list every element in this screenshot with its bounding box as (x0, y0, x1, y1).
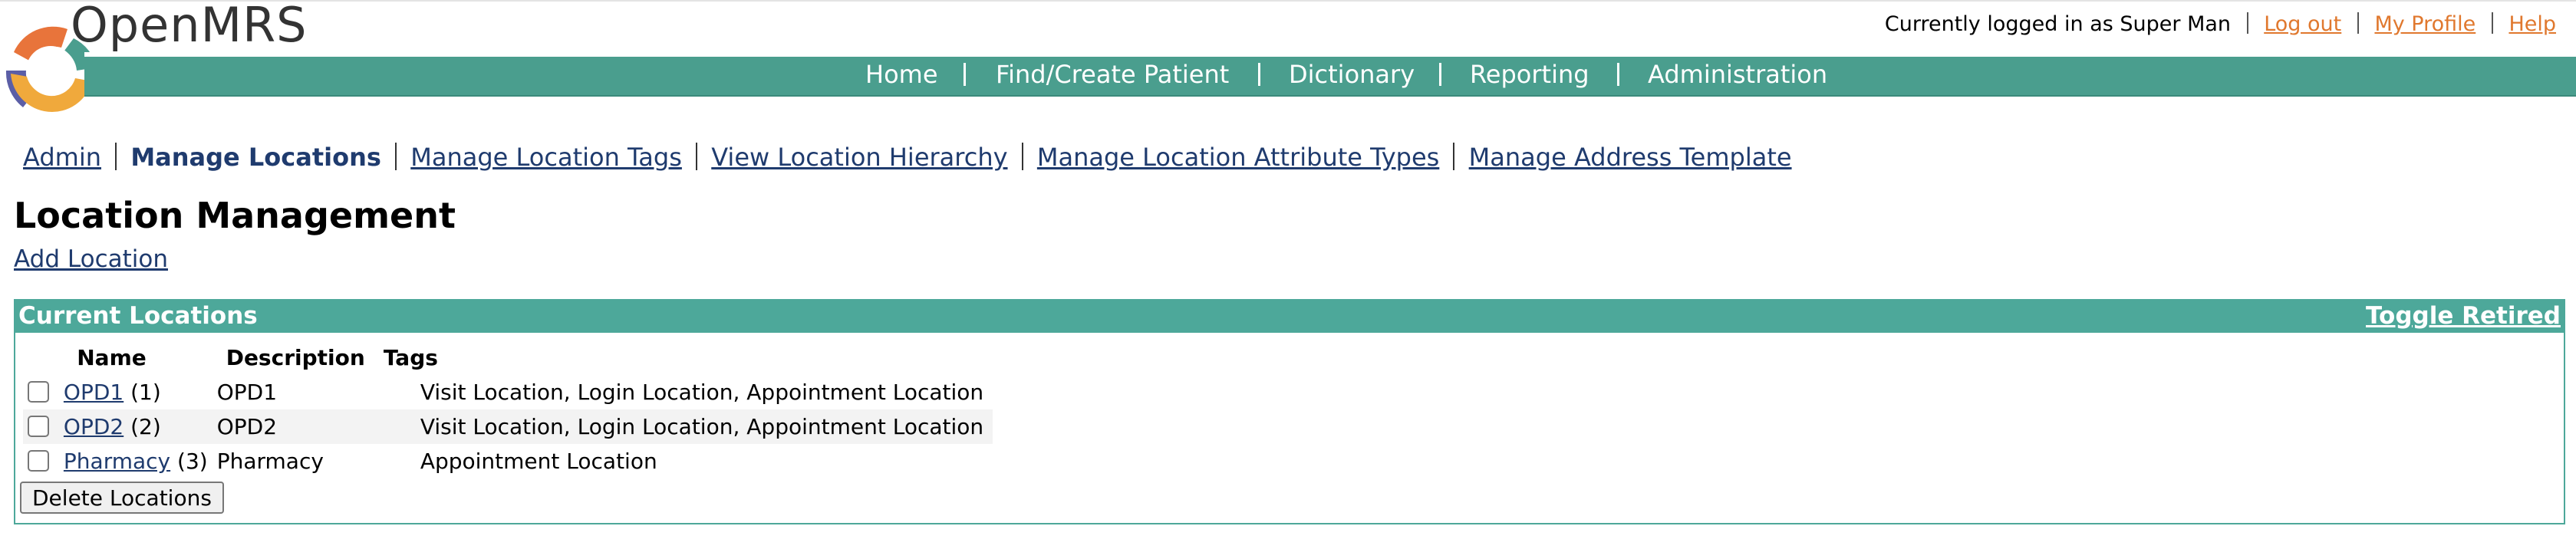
separator (115, 143, 117, 170)
page-title: Location Management (14, 195, 456, 236)
location-id: (3) (177, 449, 208, 474)
nav-separator (1439, 63, 1441, 86)
separator (395, 143, 397, 170)
location-description: OPD1 (216, 380, 278, 405)
user-bar: Currently logged in as Super Man Log out… (1885, 12, 2556, 36)
add-location-link[interactable]: Add Location (14, 245, 168, 273)
location-name-link[interactable]: Pharmacy (64, 449, 170, 474)
location-description: Pharmacy (216, 449, 324, 474)
subnav-manage-location-attribute-types[interactable]: Manage Location Attribute Types (1037, 143, 1439, 172)
separator (2246, 12, 2248, 34)
logout-link[interactable]: Log out (2264, 12, 2341, 36)
name-column-header: Name (77, 345, 147, 370)
description-column-header: Description (226, 345, 365, 370)
nav-reporting[interactable]: Reporting (1470, 60, 1589, 89)
toggle-retired-link[interactable]: Toggle Retired (2366, 302, 2561, 330)
row-checkbox[interactable] (28, 450, 49, 472)
location-name-link[interactable]: OPD1 (64, 380, 124, 405)
location-tags: Visit Location, Login Location, Appointm… (420, 380, 984, 405)
row-checkbox[interactable] (28, 416, 49, 437)
tags-column-header: Tags (383, 345, 438, 370)
help-link[interactable]: Help (2508, 12, 2556, 36)
box-title: Current Locations (18, 302, 258, 330)
subnav-manage-address-template[interactable]: Manage Address Template (1469, 143, 1792, 172)
subnav-manage-location-tags[interactable]: Manage Location Tags (410, 143, 682, 172)
separator (1453, 143, 1455, 170)
location-name-link[interactable]: OPD2 (64, 414, 124, 439)
table-row: OPD2 (2) OPD2 Visit Location, Login Loca… (23, 409, 993, 444)
nav-find-create-patient[interactable]: Find/Create Patient (996, 60, 1229, 89)
delete-locations-button[interactable]: Delete Locations (20, 482, 224, 514)
admin-subnav: Admin Manage Locations Manage Location T… (23, 143, 1792, 172)
row-checkbox[interactable] (28, 381, 49, 403)
table-row: Pharmacy (3) Pharmacy Appointment Locati… (23, 444, 993, 478)
location-description: OPD2 (216, 409, 374, 444)
table-header-row: Name Description Tags (23, 344, 993, 375)
nav-separator (1258, 63, 1260, 86)
table-row: OPD1 (1) OPD1 Visit Location, Login Loca… (23, 375, 993, 409)
nav-dictionary[interactable]: Dictionary (1289, 60, 1415, 89)
separator (696, 143, 698, 170)
nav-separator (1617, 63, 1619, 86)
logo-text: OpenMRS (71, 0, 308, 53)
location-id: (1) (130, 380, 161, 405)
location-tags: Visit Location, Login Location, Appointm… (374, 409, 993, 444)
subnav-manage-locations[interactable]: Manage Locations (130, 143, 381, 172)
separator (1021, 143, 1023, 170)
checkbox-column-header (23, 344, 52, 375)
nav-home[interactable]: Home (865, 60, 938, 89)
location-tags: Appointment Location (420, 449, 657, 474)
location-id: (2) (130, 414, 161, 439)
current-locations-box: Name Description Tags OPD1 (1) OPD1 Visi… (14, 333, 2565, 524)
separator (2491, 12, 2493, 34)
my-profile-link[interactable]: My Profile (2374, 12, 2476, 36)
nav-administration[interactable]: Administration (1648, 60, 1827, 89)
main-navbar: Home Find/Create Patient Dictionary Repo… (84, 52, 2576, 97)
subnav-view-location-hierarchy[interactable]: View Location Hierarchy (711, 143, 1007, 172)
nav-separator (964, 63, 966, 86)
current-locations-header: Current Locations Toggle Retired (14, 299, 2565, 333)
separator (2357, 12, 2359, 34)
logged-in-text: Currently logged in as Super Man (1884, 12, 2232, 36)
top-border (0, 0, 2576, 2)
subnav-admin[interactable]: Admin (23, 143, 101, 172)
locations-table: Name Description Tags OPD1 (1) OPD1 Visi… (23, 344, 993, 478)
